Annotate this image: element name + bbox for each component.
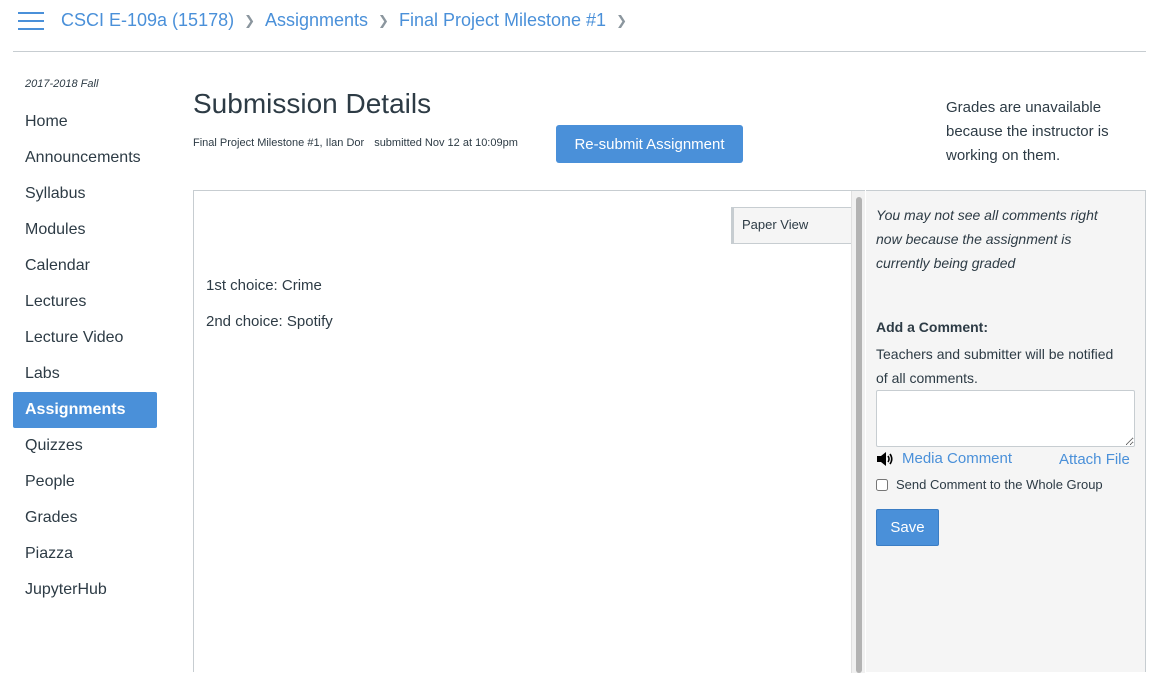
send-to-group-label[interactable]: Send Comment to the Whole Group	[896, 477, 1103, 492]
comments-panel: You may not see all comments right now b…	[866, 190, 1146, 672]
submission-line: 2nd choice: Spotify	[206, 313, 333, 330]
submission-info: Final Project Milestone #1, Ilan Dor	[193, 137, 365, 149]
sidebar-item-assignments[interactable]: Assignments	[13, 392, 157, 428]
attach-file-link[interactable]: Attach File	[1059, 451, 1130, 468]
term-label: 2017-2018 Fall	[25, 78, 99, 90]
sidebar-item-announcements[interactable]: Announcements	[13, 140, 157, 176]
sidebar-item-piazza[interactable]: Piazza	[13, 536, 157, 572]
breadcrumb-assignments[interactable]: Assignments	[265, 10, 368, 31]
submission-preview-frame: Paper View 1st choice: Crime 2nd choice:…	[193, 190, 865, 673]
grades-unavailable-note: Grades are unavailable because the instr…	[946, 99, 1109, 164]
save-comment-button[interactable]: Save	[876, 509, 939, 546]
sidebar-item-people[interactable]: People	[13, 464, 157, 500]
resubmit-assignment-button[interactable]: Re-submit Assignment	[556, 125, 743, 163]
sidebar-item-home[interactable]: Home	[13, 104, 157, 140]
sidebar-item-grades[interactable]: Grades	[13, 500, 157, 536]
breadcrumb-course[interactable]: CSCI E-109a (15178)	[61, 10, 234, 31]
sidebar-item-quizzes[interactable]: Quizzes	[13, 428, 157, 464]
sidebar-item-calendar[interactable]: Calendar	[13, 248, 157, 284]
breadcrumb: CSCI E-109a (15178) ❯ Assignments ❯ Fina…	[61, 10, 637, 31]
scrollbar[interactable]	[851, 191, 865, 673]
sidebar-item-labs[interactable]: Labs	[13, 356, 157, 392]
submitted-timestamp: submitted Nov 12 at 10:09pm	[374, 137, 518, 149]
media-comment-link[interactable]: Media Comment	[902, 450, 1012, 467]
chevron-right-icon: ❯	[616, 12, 627, 28]
page-title: Submission Details	[193, 88, 432, 119]
sidebar-item-lectures[interactable]: Lectures	[13, 284, 157, 320]
add-comment-label: Add a Comment:	[876, 319, 988, 335]
comment-textarea[interactable]	[876, 390, 1135, 447]
paper-view-toggle[interactable]: Paper View	[731, 207, 851, 244]
sidebar-item-modules[interactable]: Modules	[13, 212, 157, 248]
hamburger-menu-icon[interactable]	[18, 12, 44, 30]
send-to-group-checkbox[interactable]	[876, 479, 888, 491]
chevron-right-icon: ❯	[378, 12, 389, 28]
sidebar-item-syllabus[interactable]: Syllabus	[13, 176, 157, 212]
course-navigation: Home Announcements Syllabus Modules Cale…	[13, 104, 157, 608]
notify-text: Teachers and submitter will be notified …	[876, 346, 1114, 386]
sidebar-item-lecture-video[interactable]: Lecture Video	[13, 320, 157, 356]
sidebar-item-jupyterhub[interactable]: JupyterHub	[13, 572, 157, 608]
top-navigation-bar: CSCI E-109a (15178) ❯ Assignments ❯ Fina…	[13, 0, 1146, 52]
scrollbar-thumb[interactable]	[856, 197, 862, 673]
speaker-icon[interactable]	[876, 451, 894, 467]
chevron-right-icon: ❯	[244, 12, 255, 28]
submission-line: 1st choice: Crime	[206, 277, 322, 294]
submission-meta: Final Project Milestone #1, Ilan Dor subm…	[193, 137, 518, 149]
comments-hidden-notice: You may not see all comments right now b…	[876, 207, 1098, 271]
breadcrumb-assignment[interactable]: Final Project Milestone #1	[399, 10, 606, 31]
